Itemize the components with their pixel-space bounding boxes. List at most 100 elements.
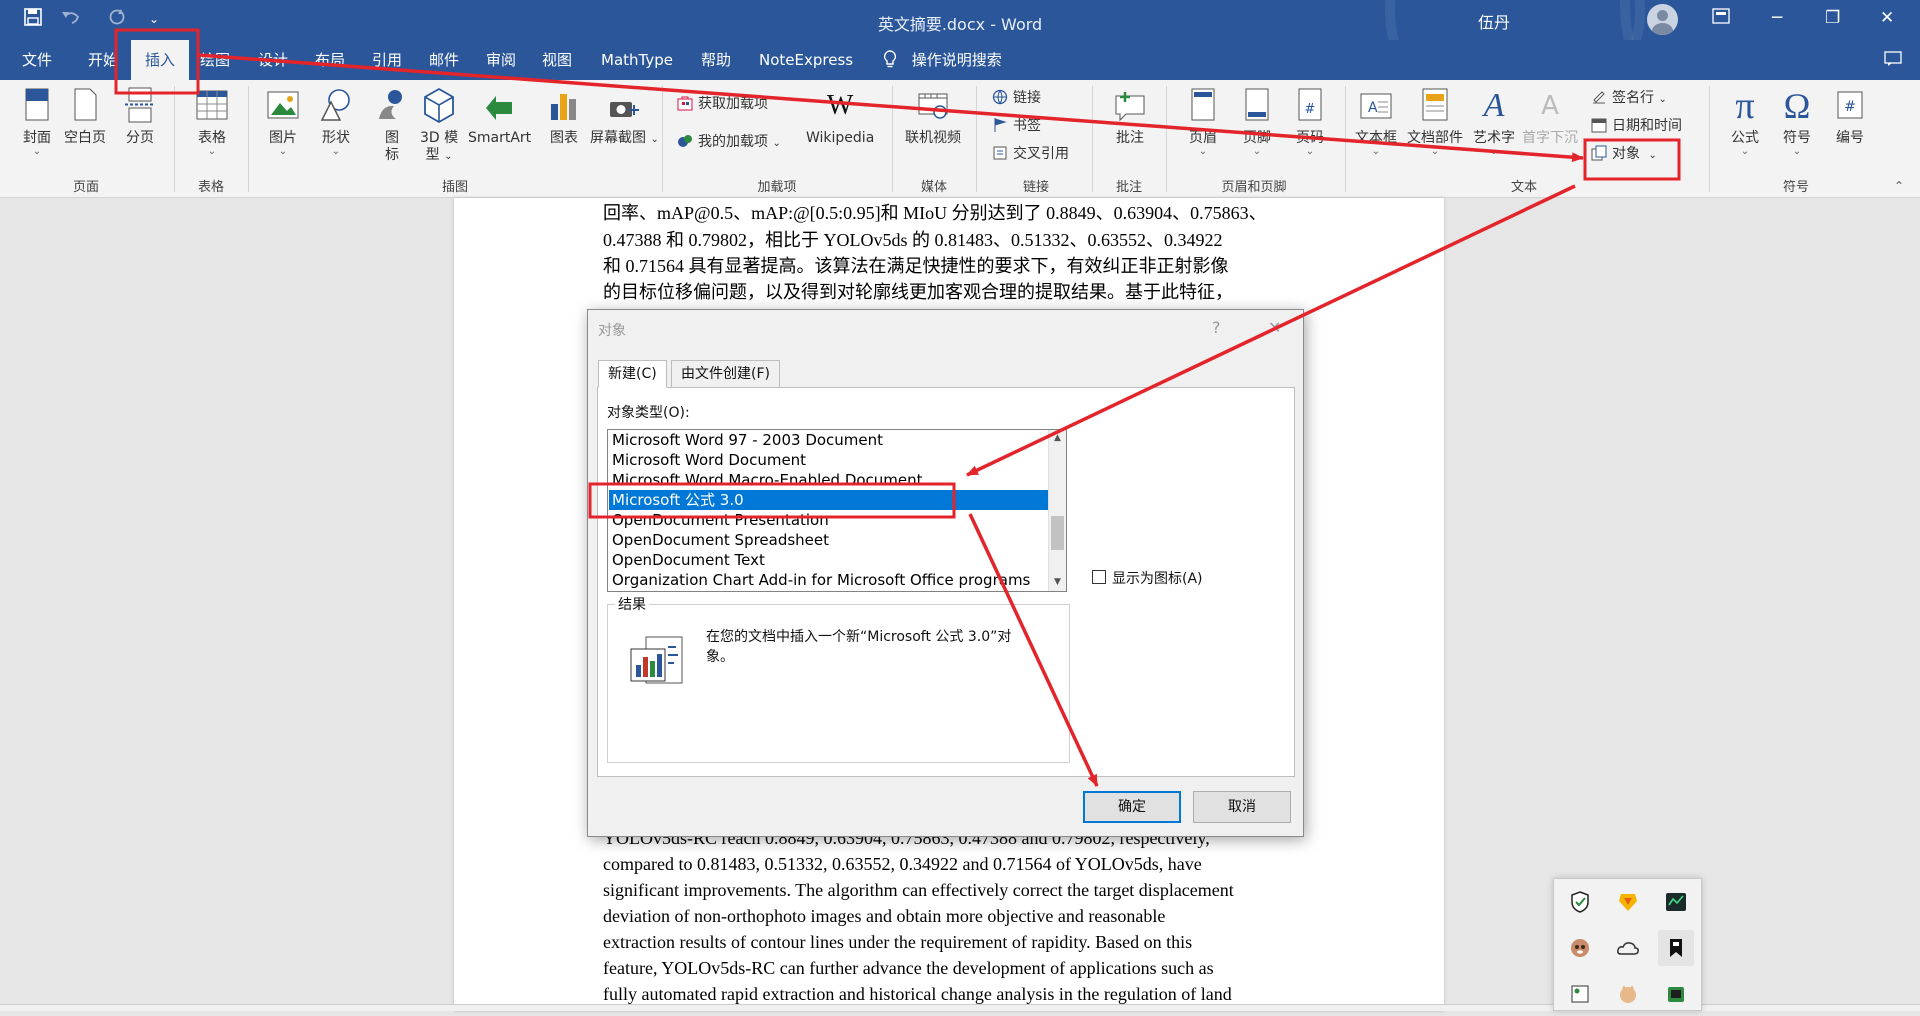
symbol-button[interactable]: Ω 符号 ⌄ bbox=[1779, 86, 1815, 157]
equation-button[interactable]: π 公式 ⌄ bbox=[1727, 86, 1763, 157]
online-video-button[interactable]: 联机视频 bbox=[905, 86, 961, 147]
chart-button[interactable]: 图表 bbox=[546, 86, 582, 147]
drop-cap-icon: A bbox=[1541, 91, 1559, 121]
tab-insert[interactable]: 插入 bbox=[131, 40, 189, 80]
list-item[interactable]: OpenDocument Text bbox=[609, 550, 1048, 570]
object-type-list[interactable]: Microsoft Word 97 - 2003 Document Micros… bbox=[607, 429, 1067, 592]
smartart-button[interactable]: SmartArt bbox=[468, 86, 531, 147]
share-icon[interactable] bbox=[1884, 40, 1902, 80]
list-item[interactable]: OpenDocument Presentation bbox=[609, 510, 1048, 530]
icons-button[interactable]: 图 标 bbox=[374, 86, 410, 164]
user-name[interactable]: 伍丹 bbox=[1478, 9, 1510, 33]
tab-noteexpress[interactable]: NoteExpress bbox=[759, 40, 853, 80]
shapes-button[interactable]: 形状 ⌄ bbox=[318, 86, 354, 157]
app-icon-9[interactable] bbox=[1658, 976, 1694, 1012]
security-shield-icon[interactable] bbox=[1562, 884, 1598, 920]
close-icon[interactable]: ✕ bbox=[1880, 8, 1894, 28]
cover-page-button[interactable]: 封面 ⌄ bbox=[19, 86, 55, 157]
wikipedia-icon: W bbox=[826, 90, 854, 121]
tab-mailings[interactable]: 邮件 bbox=[429, 40, 459, 80]
bookmark-app-icon[interactable] bbox=[1658, 930, 1694, 966]
my-addins-button[interactable]: 我的加载项 ⌄ bbox=[677, 131, 781, 153]
cloud-icon[interactable] bbox=[1610, 930, 1646, 966]
tab-layout[interactable]: 布局 bbox=[315, 40, 345, 80]
bookmark-button[interactable]: 书签 bbox=[992, 115, 1041, 137]
table-button[interactable]: 表格 ⌄ bbox=[194, 86, 230, 157]
object-dialog: 对象 ? ✕ 新建(C) 由文件创建(F) 对象类型(O): Microsoft… bbox=[587, 309, 1304, 837]
gpu-monitor-icon[interactable] bbox=[1658, 884, 1694, 920]
group-label-addins: 加载项 bbox=[757, 180, 797, 195]
list-item[interactable]: Organization Chart Add-in for Microsoft … bbox=[609, 570, 1048, 590]
scroll-up-icon[interactable]: ▲ bbox=[1049, 430, 1066, 447]
addins-icon bbox=[677, 133, 693, 149]
text-box-button[interactable]: A 文本框 ⌄ bbox=[1355, 86, 1397, 157]
ribbon-display-icon[interactable] bbox=[1712, 8, 1730, 29]
page-number-button[interactable]: # 页码 ⌄ bbox=[1292, 86, 1328, 157]
help-icon[interactable]: ? bbox=[1212, 318, 1221, 337]
avatar[interactable] bbox=[1647, 4, 1678, 35]
display-as-icon-checkbox[interactable] bbox=[1092, 570, 1106, 584]
list-item[interactable]: Microsoft Word Macro-Enabled Document bbox=[609, 470, 1048, 490]
vpn-icon[interactable] bbox=[1610, 884, 1646, 920]
comment-button[interactable]: 批注 bbox=[1112, 86, 1148, 147]
wikipedia-button[interactable]: W Wikipedia bbox=[806, 86, 874, 147]
link-button[interactable]: 链接 bbox=[992, 87, 1041, 109]
signature-line-button[interactable]: 签名行 ⌄ bbox=[1591, 87, 1667, 109]
tab-home[interactable]: 开始 bbox=[88, 40, 118, 80]
picture-icon bbox=[265, 86, 301, 126]
tab-create-new[interactable]: 新建(C) bbox=[598, 360, 667, 388]
tab-review[interactable]: 审阅 bbox=[486, 40, 516, 80]
smartart-label: SmartArt bbox=[468, 130, 532, 146]
document-line: 和 0.71564 具有显著提高。该算法在满足快捷性的要求下，有效纠正非正射影像 bbox=[603, 256, 1229, 276]
object-button[interactable]: 对象 ⌄ bbox=[1591, 143, 1657, 165]
tab-view[interactable]: 视图 bbox=[542, 40, 572, 80]
svg-text:#: # bbox=[1305, 102, 1316, 117]
date-time-button[interactable]: 日期和时间 bbox=[1591, 115, 1682, 137]
page-break-button[interactable]: 分页 bbox=[122, 86, 158, 147]
3d-models-label: 3D 模 bbox=[420, 130, 459, 146]
scroll-thumb[interactable] bbox=[1051, 516, 1064, 550]
list-item[interactable]: Microsoft Word Document bbox=[609, 450, 1048, 470]
minimize-icon[interactable]: ─ bbox=[1772, 8, 1782, 28]
app-sloth-icon[interactable] bbox=[1562, 930, 1598, 966]
scroll-down-icon[interactable]: ▼ bbox=[1049, 574, 1066, 591]
tab-draw[interactable]: 绘图 bbox=[200, 40, 230, 80]
tab-create-from-file[interactable]: 由文件创建(F) bbox=[671, 360, 780, 388]
table-icon bbox=[194, 86, 230, 126]
tab-help[interactable]: 帮助 bbox=[701, 40, 731, 80]
cancel-button[interactable]: 取消 bbox=[1193, 791, 1291, 823]
list-item[interactable]: OpenDocument Spreadsheet bbox=[609, 530, 1048, 550]
header-button[interactable]: 页眉 ⌄ bbox=[1185, 86, 1221, 157]
tab-references[interactable]: 引用 bbox=[372, 40, 402, 80]
3d-models-button[interactable]: 3D 模 型 ⌄ bbox=[420, 86, 458, 165]
group-label-text: 文本 bbox=[1510, 180, 1538, 195]
tab-design[interactable]: 设计 bbox=[258, 40, 288, 80]
restore-icon[interactable]: ❐ bbox=[1825, 8, 1840, 28]
tab-file[interactable]: 文件 bbox=[22, 40, 52, 80]
cross-reference-button[interactable]: 交叉引用 bbox=[992, 143, 1069, 165]
list-item-selected[interactable]: Microsoft 公式 3.0 bbox=[609, 490, 1048, 510]
collapse-ribbon-icon[interactable]: ⌃ bbox=[1894, 179, 1904, 193]
result-description: 在您的文档中插入一个新“Microsoft 公式 3.0”对象。 bbox=[706, 629, 1012, 665]
footer-button[interactable]: 页脚 ⌄ bbox=[1239, 86, 1275, 157]
quick-parts-button[interactable]: 文档部件 ⌄ bbox=[1407, 86, 1463, 157]
list-item[interactable]: Microsoft Word 97 - 2003 Document bbox=[609, 430, 1048, 450]
dialog-close-icon[interactable]: ✕ bbox=[1268, 318, 1281, 337]
ok-button[interactable]: 确定 bbox=[1083, 791, 1181, 823]
pictures-button[interactable]: 图片 ⌄ bbox=[265, 86, 301, 157]
online-video-label: 联机视频 bbox=[905, 130, 961, 146]
drop-cap-button[interactable]: A 首字下沉 bbox=[1522, 86, 1578, 147]
tell-me-search[interactable]: 操作说明搜索 bbox=[883, 40, 1002, 80]
screenshot-button[interactable]: 屏幕截图 ⌄ bbox=[590, 86, 659, 148]
group-label-illustrations: 插图 bbox=[441, 180, 469, 195]
wordart-button[interactable]: A 艺术字 ⌄ bbox=[1473, 86, 1515, 157]
app-icon-8[interactable] bbox=[1610, 976, 1646, 1012]
blank-page-button[interactable]: 空白页 bbox=[64, 86, 106, 147]
app-icon-7[interactable] bbox=[1562, 976, 1598, 1012]
equation-label: 公式 bbox=[1731, 130, 1759, 146]
get-addins-button[interactable]: 获取加载项 bbox=[677, 93, 768, 115]
number-button[interactable]: # 编号 bbox=[1832, 86, 1868, 147]
tab-mathtype[interactable]: MathType bbox=[601, 40, 673, 80]
svg-text:#: # bbox=[1844, 99, 1856, 115]
list-scrollbar[interactable]: ▲ ▼ bbox=[1048, 430, 1066, 591]
